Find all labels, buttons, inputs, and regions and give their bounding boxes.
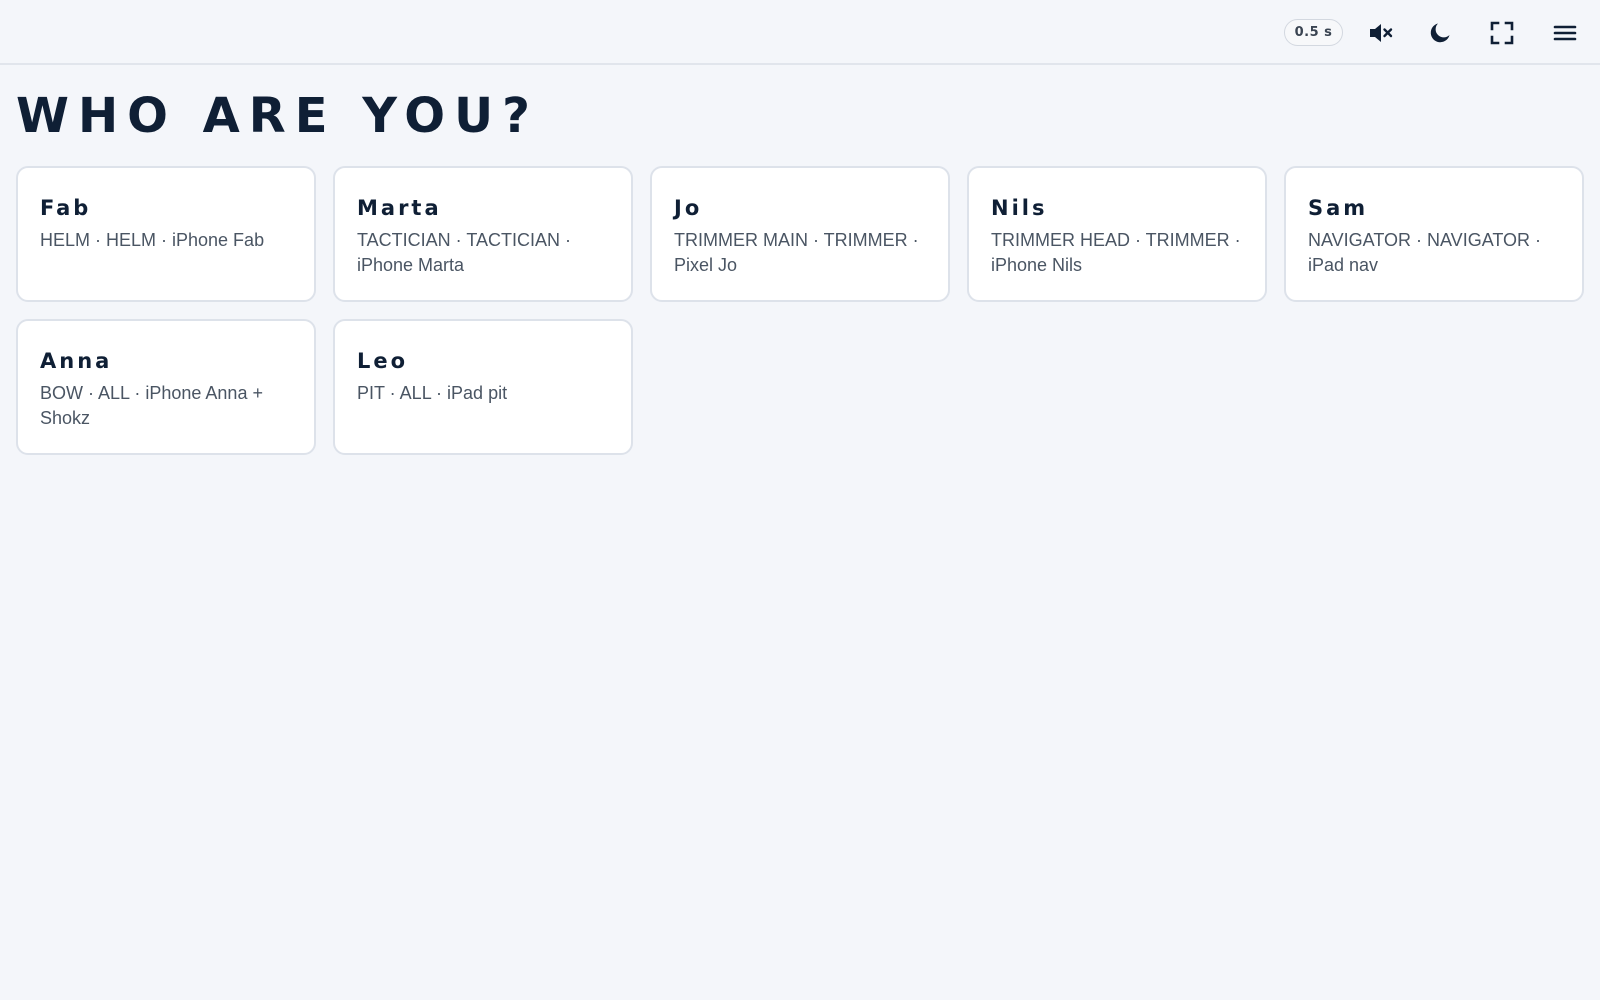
crew-name: Leo xyxy=(357,349,409,373)
moon-icon xyxy=(1428,21,1452,45)
crew-name: Jo xyxy=(674,196,703,220)
crew-grid: Fab HELM · HELM · iPhone Fab Marta TACTI… xyxy=(16,166,1585,455)
crew-card-anna[interactable]: Anna BOW · ALL · iPhone Anna + Shokz xyxy=(16,319,316,455)
theme-toggle-button[interactable] xyxy=(1423,16,1457,50)
hamburger-menu-icon xyxy=(1553,23,1577,43)
page-title: WHO ARE YOU? xyxy=(16,88,539,144)
top-bar: 0.5 s xyxy=(0,0,1600,65)
crew-details: TRIMMER HEAD · TRIMMER · iPhone Nils xyxy=(991,230,1241,275)
crew-card-fab[interactable]: Fab HELM · HELM · iPhone Fab xyxy=(16,166,316,302)
crew-card-marta[interactable]: Marta TACTICIAN · TACTICIAN · iPhone Mar… xyxy=(333,166,633,302)
crew-name: Sam xyxy=(1308,196,1369,220)
crew-name: Marta xyxy=(357,196,442,220)
speaker-muted-icon xyxy=(1368,22,1394,44)
crew-details: BOW · ALL · iPhone Anna + Shokz xyxy=(40,383,263,428)
fullscreen-button[interactable] xyxy=(1485,16,1519,50)
crew-details: TRIMMER MAIN · TRIMMER · Pixel Jo xyxy=(674,230,919,275)
delay-indicator[interactable]: 0.5 s xyxy=(1284,19,1343,46)
menu-button[interactable] xyxy=(1548,16,1582,50)
crew-details: TACTICIAN · TACTICIAN · iPhone Marta xyxy=(357,230,571,275)
crew-name: Nils xyxy=(991,196,1048,220)
crew-name: Fab xyxy=(40,196,92,220)
crew-card-sam[interactable]: Sam NAVIGATOR · NAVIGATOR · iPad nav xyxy=(1284,166,1584,302)
crew-card-leo[interactable]: Leo PIT · ALL · iPad pit xyxy=(333,319,633,455)
crew-details: HELM · HELM · iPhone Fab xyxy=(40,230,265,250)
fullscreen-icon xyxy=(1490,21,1514,45)
mute-button[interactable] xyxy=(1364,16,1398,50)
crew-card-jo[interactable]: Jo TRIMMER MAIN · TRIMMER · Pixel Jo xyxy=(650,166,950,302)
crew-card-nils[interactable]: Nils TRIMMER HEAD · TRIMMER · iPhone Nil… xyxy=(967,166,1267,302)
crew-details: PIT · ALL · iPad pit xyxy=(357,383,508,403)
crew-details: NAVIGATOR · NAVIGATOR · iPad nav xyxy=(1308,230,1542,275)
crew-name: Anna xyxy=(40,349,113,373)
